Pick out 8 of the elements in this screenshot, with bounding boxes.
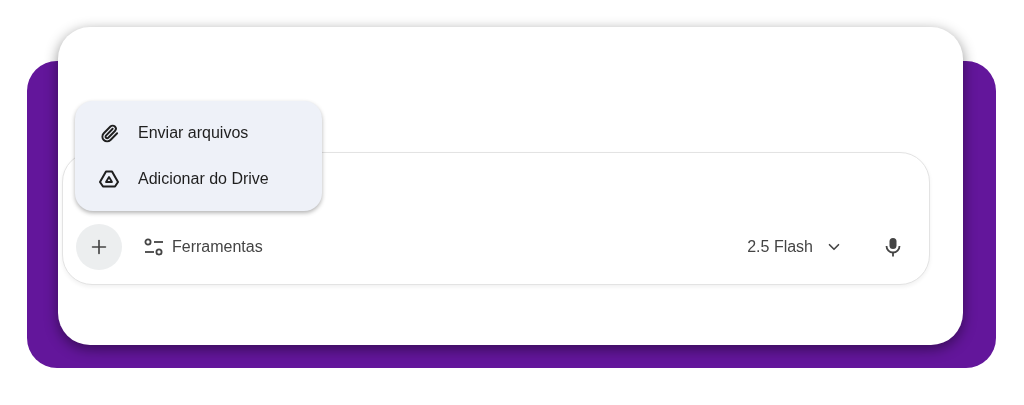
drive-icon	[99, 170, 119, 188]
tune-icon	[144, 238, 164, 256]
menu-item[interactable]: Adicionar do Drive	[75, 156, 322, 202]
model-selector[interactable]: 2.5 Flash	[743, 232, 847, 262]
paperclip-icon	[99, 123, 119, 143]
add-button[interactable]	[76, 224, 122, 270]
tools-button[interactable]: Ferramentas	[142, 232, 265, 262]
microphone-icon	[885, 237, 901, 257]
